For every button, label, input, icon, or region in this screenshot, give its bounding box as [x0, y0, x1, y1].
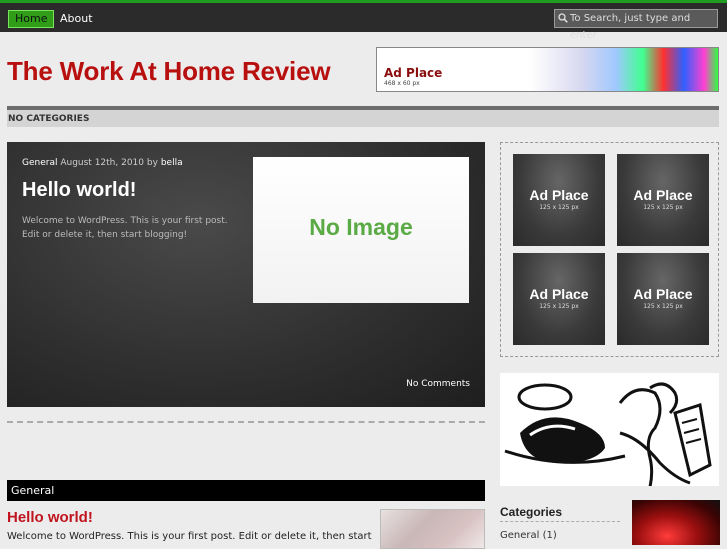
search-input[interactable]: To Search, just type and enter — [554, 9, 718, 41]
ad-box-size: 125 x 125 px — [643, 303, 683, 310]
search-icon — [558, 13, 568, 23]
banner-ad[interactable]: Ad Place 468 x 60 px — [376, 47, 719, 92]
category-bar-label: NO CATEGORIES — [8, 114, 90, 124]
section-header: General — [7, 480, 485, 501]
post-title-link[interactable]: Hello world! — [7, 509, 93, 526]
ad-box-size: 125 x 125 px — [539, 303, 579, 310]
featured-post: General August 12th, 2010 by bella Hello… — [7, 142, 485, 407]
post-author-link[interactable]: bella — [161, 158, 183, 168]
top-navigation: Home About To Search, just type and ente… — [0, 3, 727, 41]
categories-heading: Categories — [500, 505, 563, 519]
category-item[interactable]: General (1) — [500, 530, 557, 541]
banner-ad-size: 468 x 60 px — [384, 80, 420, 87]
no-image-label: No Image — [309, 214, 413, 240]
category-bar: NO CATEGORIES — [7, 106, 719, 127]
nav-home-link[interactable]: Home — [8, 10, 55, 28]
ad-box[interactable]: Ad Place 125 x 125 px — [513, 154, 605, 246]
featured-post-title[interactable]: Hello world! — [22, 179, 136, 202]
ad-box-title: Ad Place — [529, 187, 589, 203]
categories-divider — [500, 521, 620, 522]
search-placeholder: To Search, just type and enter — [570, 13, 691, 41]
post-by: by — [146, 158, 158, 168]
illustration-image — [504, 382, 712, 504]
post-date: August 12th, 2010 — [60, 158, 145, 168]
featured-post-image[interactable]: No Image — [253, 157, 469, 303]
ad-box[interactable]: Ad Place 125 x 125 px — [513, 253, 605, 345]
ad-grid: Ad Place 125 x 125 px Ad Place 125 x 125… — [500, 142, 719, 357]
post-excerpt: Welcome to WordPress. This is your first… — [7, 531, 372, 542]
section-title: General — [11, 484, 55, 497]
sidebar-thumbnail[interactable] — [632, 500, 720, 545]
site-title[interactable]: The Work At Home Review — [7, 56, 331, 87]
ad-box-title: Ad Place — [529, 286, 589, 302]
divider — [7, 421, 485, 423]
comments-link[interactable]: No Comments — [406, 379, 470, 389]
ad-box[interactable]: Ad Place 125 x 125 px — [617, 154, 709, 246]
ad-box[interactable]: Ad Place 125 x 125 px — [617, 253, 709, 345]
ad-box-size: 125 x 125 px — [539, 204, 579, 211]
post-thumbnail[interactable] — [380, 509, 485, 549]
ad-box-title: Ad Place — [633, 286, 693, 302]
nav-about-link[interactable]: About — [60, 11, 93, 27]
featured-post-excerpt: Welcome to WordPress. This is your first… — [22, 216, 228, 240]
sidebar-illustration — [500, 373, 719, 504]
banner-ad-title: Ad Place — [384, 66, 443, 80]
ad-box-title: Ad Place — [633, 187, 693, 203]
post-meta: General August 12th, 2010 by bella — [22, 158, 183, 168]
post-category-link[interactable]: General — [22, 158, 57, 168]
ad-box-size: 125 x 125 px — [643, 204, 683, 211]
